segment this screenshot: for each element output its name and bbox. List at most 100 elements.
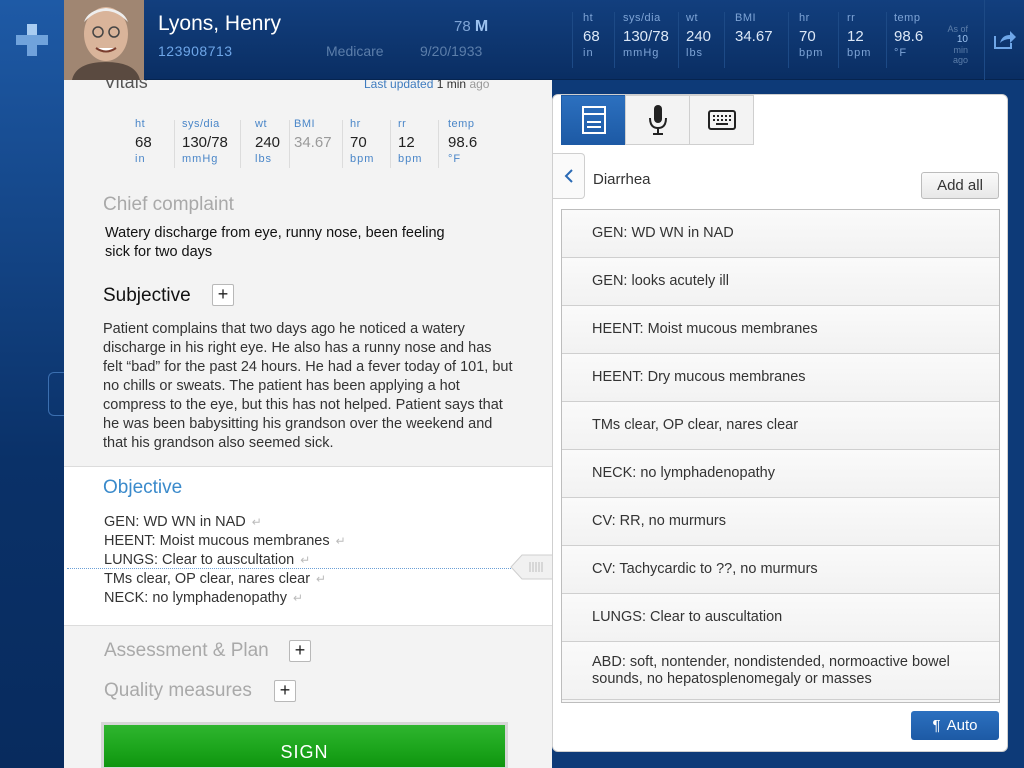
divider [289, 120, 290, 168]
vital-label: hr [799, 12, 810, 24]
note-vital-bp: sys/dia 130/78 mmHg [182, 118, 228, 165]
vital-label: sys/dia [182, 118, 220, 130]
vital-value: 70 [350, 134, 367, 151]
objective-line: HEENT: Moist mucous membranes ↵ [104, 533, 346, 549]
list-item[interactable]: HEENT: Dry mucous membranes [562, 354, 999, 402]
header-vital-wt: wt 240 lbs [686, 12, 711, 59]
list-item[interactable]: CV: Tachycardic to ??, no murmurs [562, 546, 999, 594]
vital-unit: in [135, 153, 146, 165]
header-vital-bmi: BMI 34.67 [735, 12, 773, 47]
divider [838, 12, 839, 68]
vital-value: 98.6 [894, 28, 924, 45]
vital-value: 70 [799, 28, 816, 45]
share-button[interactable] [984, 0, 1024, 80]
asof-prefix: As of [947, 24, 968, 34]
vital-unit: mmHg [623, 47, 660, 59]
list-item[interactable]: GEN: WD WN in NAD [562, 210, 999, 258]
objective-line: GEN: WD WN in NAD ↵ [104, 514, 262, 530]
patient-id: 123908713 [158, 43, 233, 59]
keyboard-icon [707, 110, 736, 130]
vital-unit: bpm [350, 153, 375, 165]
vital-unit: bpm [847, 47, 872, 59]
objective-lines[interactable]: GEN: WD WN in NAD ↵ HEENT: Moist mucous m… [104, 513, 346, 608]
list-item[interactable]: ABD: soft, nontender, nondistended, norm… [562, 642, 999, 700]
vital-unit: lbs [686, 47, 704, 59]
note-vital-wt: wt 240 lbs [255, 118, 280, 165]
add-subjective-button[interactable]: + [212, 284, 234, 306]
divider [174, 120, 175, 168]
add-assessment-button[interactable]: + [289, 640, 311, 662]
patient-avatar [64, 0, 144, 80]
vital-label: sys/dia [623, 12, 661, 24]
add-quality-measure-button[interactable]: + [274, 680, 296, 702]
divider [438, 120, 439, 168]
note-vital-hr: hr 70 bpm [350, 118, 374, 165]
patient-header: Lyons, Henry 123908713 78 M Medicare 9/2… [64, 0, 1024, 80]
objective-line: NECK: no lymphadenopathy ↵ [104, 590, 304, 606]
vital-label: hr [350, 118, 361, 130]
vital-value: 98.6 [448, 134, 478, 151]
vital-label: ht [583, 12, 594, 24]
auto-button[interactable]: ¶ Auto [911, 711, 999, 740]
insert-handle[interactable] [510, 552, 554, 582]
back-button[interactable] [553, 153, 585, 199]
tab-keyboard[interactable] [689, 95, 754, 145]
note-vital-ht: ht 68 in [135, 118, 152, 165]
list-item[interactable]: TMs clear, OP clear, nares clear [562, 402, 999, 450]
left-rail [0, 0, 64, 768]
grip-icon [510, 554, 554, 580]
divider [788, 12, 789, 68]
tab-template[interactable] [561, 95, 626, 145]
vital-label: temp [448, 118, 475, 130]
asof-unit: min [953, 45, 968, 55]
app-logo-icon[interactable] [0, 0, 64, 80]
list-item[interactable]: LUNGS: Clear to auscultation [562, 594, 999, 642]
vital-label: BMI [735, 12, 757, 24]
header-vital-temp: temp 98.6 °F [894, 12, 923, 59]
insertion-cursor-line [67, 568, 513, 569]
divider [614, 12, 615, 68]
vital-unit: °F [894, 47, 908, 59]
list-item[interactable]: HEENT: Moist mucous membranes [562, 306, 999, 354]
subjective-text[interactable]: Patient complains that two days ago he n… [103, 320, 513, 453]
patient-insurance: Medicare [326, 43, 384, 59]
patient-name: Lyons, Henry [158, 12, 281, 35]
phrase-picker-panel: Diarrhea Add all GEN: WD WN in NAD GEN: … [552, 94, 1008, 752]
vital-label: temp [894, 12, 921, 24]
vital-value: 240 [255, 134, 281, 151]
chevron-left-icon [564, 169, 573, 183]
phrase-list[interactable]: GEN: WD WN in NAD GEN: looks acutely ill… [561, 209, 1000, 703]
subjective-title: Subjective [103, 285, 191, 306]
add-all-button[interactable]: Add all [921, 172, 999, 199]
vital-label: wt [255, 118, 267, 130]
vital-label: rr [847, 12, 856, 24]
vital-value: 12 [398, 134, 415, 151]
divider [390, 120, 391, 168]
list-item[interactable]: GEN: looks acutely ill [562, 258, 999, 306]
chief-complaint-title: Chief complaint [103, 194, 234, 215]
header-vital-bp: sys/dia 130/78 mmHg [623, 12, 669, 59]
vitals-title: Vitals [104, 80, 148, 92]
sign-button[interactable]: SIGN [101, 722, 508, 768]
vital-unit: mmHg [182, 153, 219, 165]
return-icon: ↵ [251, 515, 262, 529]
note-vital-bmi: BMI 34.67 [294, 118, 332, 153]
patient-dob: 9/20/1933 [420, 43, 483, 59]
objective-title: Objective [103, 477, 183, 498]
asof-number: 10 [956, 34, 968, 45]
vital-value: 34.67 [294, 134, 332, 151]
quality-measures-title: Quality measures [104, 680, 252, 701]
drawer-handle[interactable] [48, 372, 64, 416]
note-vital-temp: temp 98.6 °F [448, 118, 477, 165]
list-item[interactable]: NECK: no lymphadenopathy [562, 450, 999, 498]
chief-complaint-text[interactable]: Watery discharge from eye, runny nose, b… [105, 224, 465, 262]
header-vital-hr: hr 70 bpm [799, 12, 823, 59]
last-updated: Last updated 1 min ago [364, 80, 489, 91]
note-vital-rr: rr 12 bpm [398, 118, 422, 165]
tab-dictation[interactable] [625, 95, 690, 145]
divider [886, 12, 887, 68]
vital-unit: lbs [255, 153, 273, 165]
divider [678, 12, 679, 68]
list-item[interactable]: CV: RR, no murmurs [562, 498, 999, 546]
pilcrow-icon: ¶ [932, 717, 941, 734]
